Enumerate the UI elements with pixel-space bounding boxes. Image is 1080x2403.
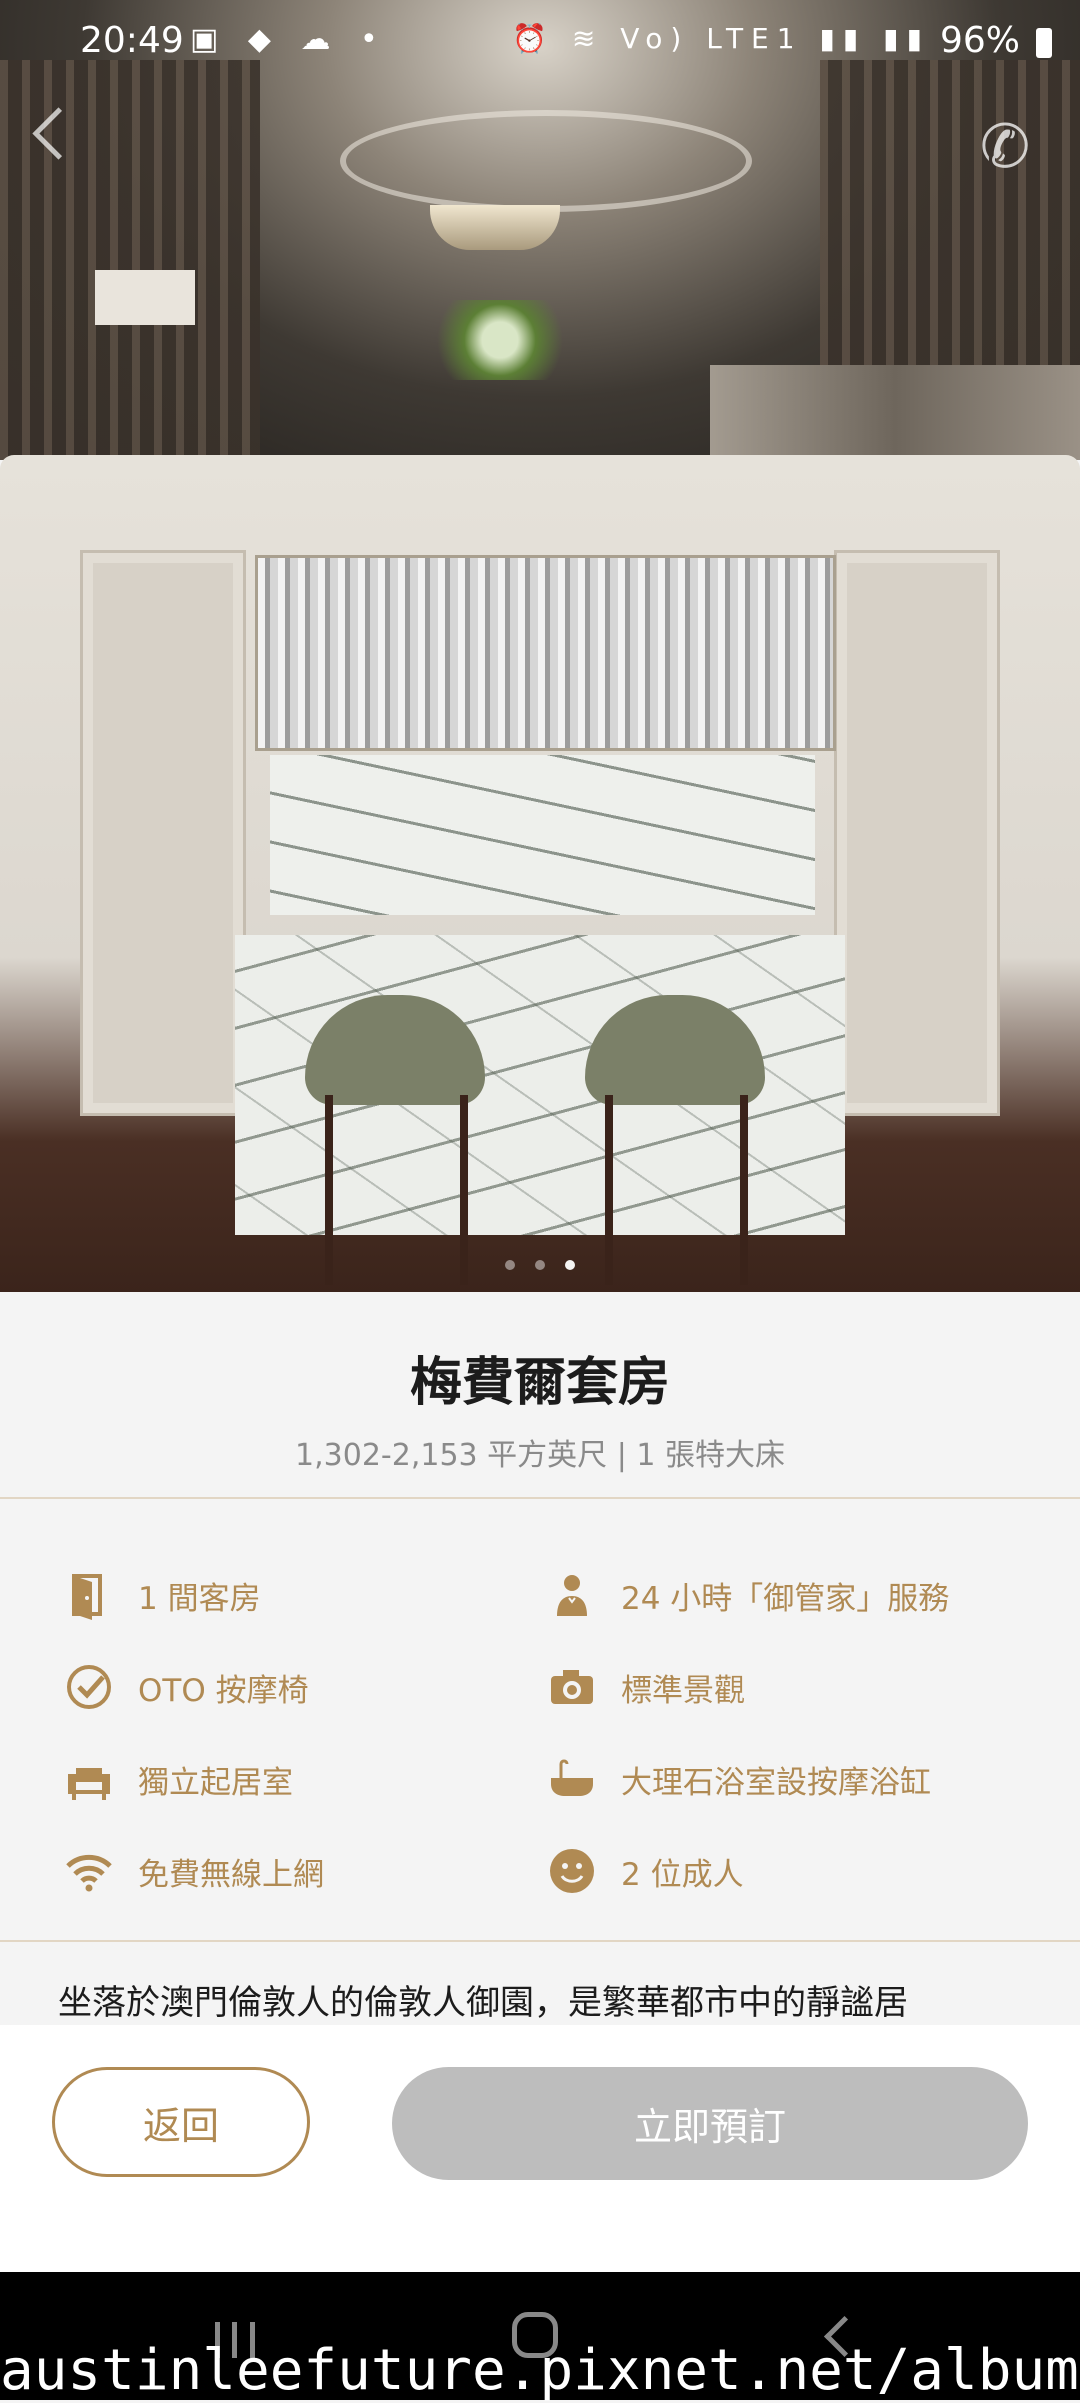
feature-view: 標準景觀 [545, 1657, 745, 1717]
armchair-icon [62, 1752, 116, 1806]
book-now-button[interactable]: 立即預訂 [392, 2067, 1028, 2180]
feature-living-room: 獨立起居室 [62, 1749, 293, 1809]
feature-label: 標準景觀 [621, 1672, 745, 1709]
feature-label: 大理石浴室設按摩浴缸 [621, 1764, 931, 1801]
bathtub-icon [545, 1752, 599, 1806]
divider [0, 1940, 1080, 1942]
feature-bathroom: 大理石浴室設按摩浴缸 [545, 1749, 931, 1809]
page-dot [535, 1260, 545, 1270]
room-title: 梅費爾套房 [409, 1353, 670, 1413]
feature-massage-chair: OTO 按摩椅 [62, 1657, 309, 1717]
wifi-icon [62, 1844, 116, 1898]
feature-guests: 2 位成人 [545, 1841, 744, 1901]
feature-rooms: 1 間客房 [62, 1565, 261, 1625]
status-time: 20:49 [80, 20, 184, 61]
carousel-page-indicator [0, 1255, 1080, 1274]
battery-percent: 96% [939, 20, 1020, 61]
divider [0, 1497, 1080, 1499]
watermark-text: austinleefuture.pixnet.net/album [0, 2338, 1079, 2403]
feature-label: 免費無線上網 [138, 1856, 324, 1893]
camera-icon [545, 1660, 599, 1714]
room-photo-carousel[interactable] [0, 455, 1080, 1292]
status-bar: 20:49 ▣ ◆ ☁ • ⏰ ≋ Vo) LTE1 ▮▮ ▮▮ 96% [0, 0, 1080, 90]
battery-icon [1036, 28, 1052, 58]
feature-label: 獨立起居室 [138, 1764, 293, 1801]
feature-label: 2 位成人 [621, 1856, 744, 1893]
smiley-icon [545, 1844, 599, 1898]
page-dot [505, 1260, 515, 1270]
feature-wifi: 免費無線上網 [62, 1841, 324, 1901]
notification-icons: ▣ ◆ ☁ • [190, 22, 388, 57]
back-button[interactable]: 返回 [52, 2067, 310, 2177]
page-dot-active [565, 1260, 575, 1270]
feature-label: 1 間客房 [138, 1580, 261, 1617]
door-icon [62, 1568, 116, 1622]
room-subtitle: 1,302-2,153 平方英尺 | 1 張特大床 [295, 1438, 785, 1473]
feature-label: 24 小時「御管家」服務 [621, 1580, 950, 1617]
check-circle-icon [62, 1660, 116, 1714]
feature-butler: 24 小時「御管家」服務 [545, 1565, 949, 1625]
room-description: 坐落於澳門倫敦人的倫敦人御園，是繁華都市中的靜謐居 [58, 1983, 908, 2023]
feature-label: OTO 按摩椅 [138, 1672, 309, 1709]
phone-icon[interactable]: ✆ [970, 112, 1040, 182]
system-icons: ⏰ ≋ Vo) LTE1 ▮▮ ▮▮ [512, 22, 930, 55]
butler-icon [545, 1568, 599, 1622]
